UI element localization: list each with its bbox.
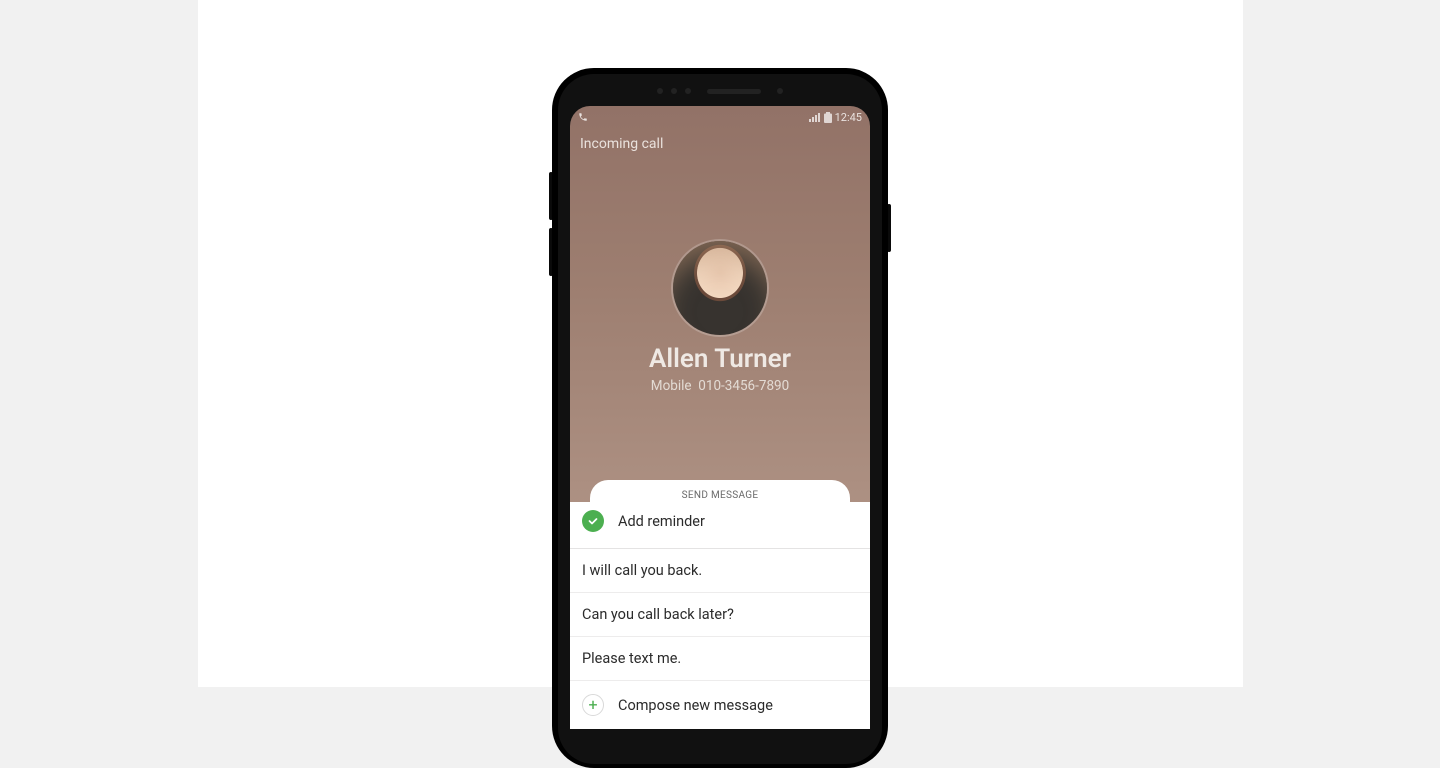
plus-icon: + — [582, 694, 604, 716]
checkmark-icon — [582, 510, 604, 532]
quick-reply-text: I will call you back. — [582, 562, 702, 579]
status-right: 12:45 — [809, 111, 862, 124]
send-message-panel: Add reminder I will call you back. Can y… — [570, 502, 870, 729]
quick-reply-item[interactable]: I will call you back. — [570, 548, 870, 592]
content-card: 12:45 Incoming call Allen Turner Mobile … — [198, 0, 1243, 687]
status-bar: 12:45 — [570, 106, 870, 128]
quick-reply-text: Please text me. — [582, 650, 681, 667]
caller-number: 010-3456-7890 — [698, 378, 789, 394]
incoming-call-label: Incoming call — [580, 136, 663, 152]
caller-type-label: Mobile — [651, 378, 692, 394]
add-reminder-label: Add reminder — [618, 513, 705, 530]
caller-name: Allen Turner — [570, 344, 870, 374]
caller-avatar — [673, 241, 767, 335]
compose-new-message-row[interactable]: + Compose new message — [570, 680, 870, 729]
caller-info: Mobile 010-3456-7890 — [570, 378, 870, 394]
phone-icon — [578, 112, 588, 122]
battery-icon — [824, 112, 832, 123]
phone-screen: 12:45 Incoming call Allen Turner Mobile … — [570, 106, 870, 756]
quick-reply-item[interactable]: Can you call back later? — [570, 592, 870, 636]
phone-mockup: 12:45 Incoming call Allen Turner Mobile … — [560, 68, 880, 687]
compose-new-message-label: Compose new message — [618, 697, 773, 714]
quick-reply-text: Can you call back later? — [582, 606, 734, 623]
status-time: 12:45 — [835, 111, 862, 124]
signal-icon — [809, 112, 821, 122]
status-left — [578, 112, 588, 122]
add-reminder-row[interactable]: Add reminder — [570, 502, 870, 548]
send-message-tab-label: SEND MESSAGE — [682, 490, 759, 501]
quick-reply-item[interactable]: Please text me. — [570, 636, 870, 680]
